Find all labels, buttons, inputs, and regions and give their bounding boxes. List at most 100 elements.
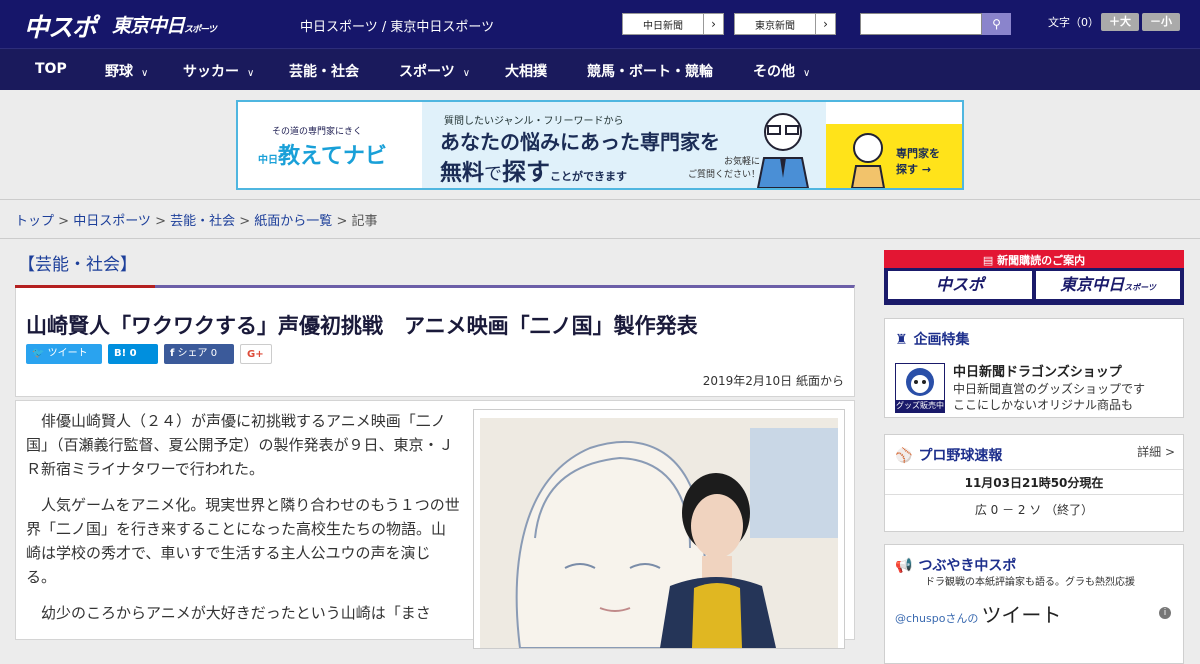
article-header: 山崎賢人「ワクワクする」声優初挑戦 アニメ映画「二ノ国」製作発表 🐦 ツイート …: [15, 285, 855, 397]
gplus-label: G+: [247, 349, 264, 360]
breadcrumb-entertainment[interactable]: 芸能・社会: [170, 214, 235, 229]
tokyo-shimbun-link[interactable]: 東京新聞 ›: [734, 13, 836, 35]
breadcrumb-top[interactable]: トップ: [15, 214, 54, 229]
ad-dekimasu: ことができます: [550, 170, 628, 183]
feature-desc-line: ここにしかないオリジナル商品も: [953, 398, 1134, 412]
paper-link-label: 中日新聞: [643, 20, 683, 32]
subscription-heading-text: 新聞購読のご案内: [997, 254, 1086, 267]
breadcrumb-chunichi-sports[interactable]: 中日スポーツ: [73, 214, 151, 229]
ad-logo: 中日教えてナビ: [258, 138, 387, 170]
subscribe-chuspo-button[interactable]: 中スポ: [888, 271, 1032, 299]
facebook-share-label: シェア 0: [177, 348, 218, 359]
ad-line-3: 無料で探すことができます: [440, 152, 627, 187]
divider: [0, 238, 1200, 239]
nav-item-top[interactable]: TOP: [35, 61, 67, 77]
twitter-share-button[interactable]: 🐦 ツイート: [26, 344, 102, 364]
nav-item-baseball[interactable]: 野球 ∨: [105, 61, 148, 81]
paragraph: 幼少のころからアニメが大好きだったという山崎は「まさ: [41, 604, 431, 622]
tokyo-logo-small: スポーツ: [184, 25, 217, 35]
subscription-box: ▤ 新聞購読のご案内 中スポ 東京中日スポーツ: [884, 250, 1184, 305]
baseball-details-link[interactable]: 詳細 >: [1137, 443, 1175, 460]
game-score[interactable]: 広 0 － 2 ソ （終了）: [885, 501, 1183, 518]
google-plus-button[interactable]: G+: [240, 344, 272, 364]
subscription-heading: ▤ 新聞購読のご案内: [884, 252, 1184, 268]
nav-item-sports[interactable]: スポーツ ∨: [399, 61, 470, 81]
tweets-subtitle: ドラ観戦の本紙評論家も語る。グラも熱烈応援: [925, 577, 1135, 588]
feature-title[interactable]: 中日新聞ドラゴンズショップ: [953, 361, 1122, 380]
chuspo-logo[interactable]: 中スポ: [24, 8, 97, 44]
nav-item-sumo[interactable]: 大相撲: [505, 61, 547, 81]
nav-item-other[interactable]: その他 ∨: [753, 61, 810, 81]
ad-line-2: あなたの悩みにあった専門家を: [440, 130, 720, 154]
oshiete-navi-banner[interactable]: その道の専門家にきく 中日教えてナビ 質問したいジャンル・フリーワードから あな…: [236, 100, 964, 190]
article-photo[interactable]: [473, 409, 845, 649]
site-header: 中スポ 東京中日スポーツ 中日スポーツ / 東京中日スポーツ 中日新聞 › 東京新…: [0, 0, 1200, 48]
ad-tagline: その道の専門家にきく: [272, 127, 363, 137]
chevron-down-icon: ∨: [803, 68, 811, 79]
font-size-label: 文字（0）: [1048, 16, 1099, 29]
ad-cta-text: 専門家を 探す →: [896, 147, 940, 176]
nav-label: 競馬・ボート・競輪: [587, 64, 713, 80]
feature-desc-line: 中日新聞直営のグッズショップです: [953, 382, 1146, 396]
nav-label: その他: [753, 64, 795, 80]
chevron-down-icon: ∨: [462, 68, 471, 79]
nav-item-racing[interactable]: 競馬・ボート・競輪: [587, 61, 713, 81]
subscribe-tokyo-small: スポーツ: [1124, 283, 1156, 292]
feature-heading: ♜ 企画特集: [895, 329, 970, 349]
ad-logo-small: 中日: [258, 155, 278, 166]
megaphone-icon: 📢: [895, 558, 913, 574]
search-button[interactable]: ⚲: [982, 13, 1011, 35]
nav-item-entertainment[interactable]: 芸能・社会: [289, 61, 359, 81]
ad-line-1: 質問したいジャンル・フリーワードから: [444, 116, 624, 127]
feature-heading-text: 企画特集: [913, 332, 970, 348]
ad-sagasu: 探す: [502, 158, 551, 186]
tokyo-chunichi-logo[interactable]: 東京中日スポーツ: [112, 11, 217, 38]
article-body-box: 俳優山崎賢人（２４）が声優に初挑戦するアニメ映画「二ノ国」（百瀬義行監督、夏公開…: [15, 400, 855, 649]
feature-panel: ♜ 企画特集 グッズ販売中 中日新聞ドラゴンズショップ 中日新聞直営のグッズショッ…: [884, 318, 1184, 418]
hatena-bookmark-button[interactable]: B! 0: [108, 344, 158, 364]
paragraph: 人気ゲームをアニメ化。現実世界と隣り合わせのもう１つの世界「二ノ国」を行き来する…: [26, 496, 460, 586]
newspaper-icon: ▤: [982, 254, 994, 267]
subscribe-tokyo-text: 東京中日: [1060, 275, 1125, 294]
twitter-handle[interactable]: @chuspoさんの: [895, 612, 978, 625]
tokyo-logo-text: 東京中日: [112, 15, 185, 37]
baseball-icon: ⚾: [895, 448, 913, 464]
article-body: 俳優山崎賢人（２４）が声優に初挑戦するアニメ映画「二ノ国」（百瀬義行監督、夏公開…: [26, 409, 460, 637]
chevron-down-icon: ∨: [247, 68, 255, 79]
nav-label: スポーツ: [399, 64, 455, 80]
dragons-mascot-icon: [906, 368, 934, 396]
baseball-panel: ⚾ プロ野球速報 詳細 > 11月03日21時50分現在 広 0 － 2 ソ （終…: [884, 434, 1184, 532]
nav-label: TOP: [35, 61, 67, 77]
tweets-label: ツイート: [981, 603, 1062, 627]
search-icon: ⚲: [992, 17, 1001, 31]
dragons-shop-thumbnail[interactable]: グッズ販売中: [895, 363, 945, 413]
info-icon[interactable]: i: [1159, 607, 1171, 619]
goods-badge: グッズ販売中: [896, 400, 944, 412]
subscribe-tokyo-button[interactable]: 東京中日スポーツ: [1036, 271, 1180, 299]
font-larger-button[interactable]: ＋大: [1101, 13, 1139, 31]
feature-description: 中日新聞直営のグッズショップです ここにしかないオリジナル商品も: [953, 381, 1145, 413]
chevron-down-icon: ∨: [141, 68, 149, 79]
actor-with-anime-poster: [480, 418, 838, 648]
tweets-heading-text: つぶやき中スポ: [918, 558, 1017, 574]
pin-icon: ♜: [895, 332, 908, 348]
facebook-share-button[interactable]: f シェア 0: [164, 344, 234, 364]
main-nav: TOP 野球 ∨ サッカー ∨ 芸能・社会 スポーツ ∨ 大相撲 競馬・ボート・競輪 …: [0, 48, 1200, 90]
chunichi-shimbun-link[interactable]: 中日新聞 ›: [622, 13, 724, 35]
ad-free: 無料: [440, 161, 485, 186]
score-timestamp: 11月03日21時50分現在: [885, 469, 1183, 495]
tweets-heading: 📢 つぶやき中スポ: [895, 555, 1016, 575]
ad-cta[interactable]: 専門家を 探す →: [826, 124, 962, 188]
article-title: 山崎賢人「ワクワクする」声優初挑戦 アニメ映画「二ノ国」製作発表: [26, 314, 698, 338]
ad-logo-text: 教えてナビ: [278, 144, 387, 169]
chevron-right-icon: ›: [703, 14, 723, 34]
article-date: 2019年2月10日 紙面から: [702, 374, 844, 388]
search-input[interactable]: [860, 13, 982, 35]
photo-image: [480, 418, 838, 648]
twitter-share-label: ツイート: [47, 348, 88, 359]
font-smaller-button[interactable]: －小: [1142, 13, 1180, 31]
breadcrumb-shimen-list[interactable]: 紙面から一覧: [254, 214, 332, 229]
nav-item-soccer[interactable]: サッカー ∨: [183, 61, 254, 81]
baseball-heading-text: プロ野球速報: [918, 448, 1003, 464]
ad-zone: その道の専門家にきく 中日教えてナビ 質問したいジャンル・フリーワードから あな…: [0, 90, 1200, 200]
